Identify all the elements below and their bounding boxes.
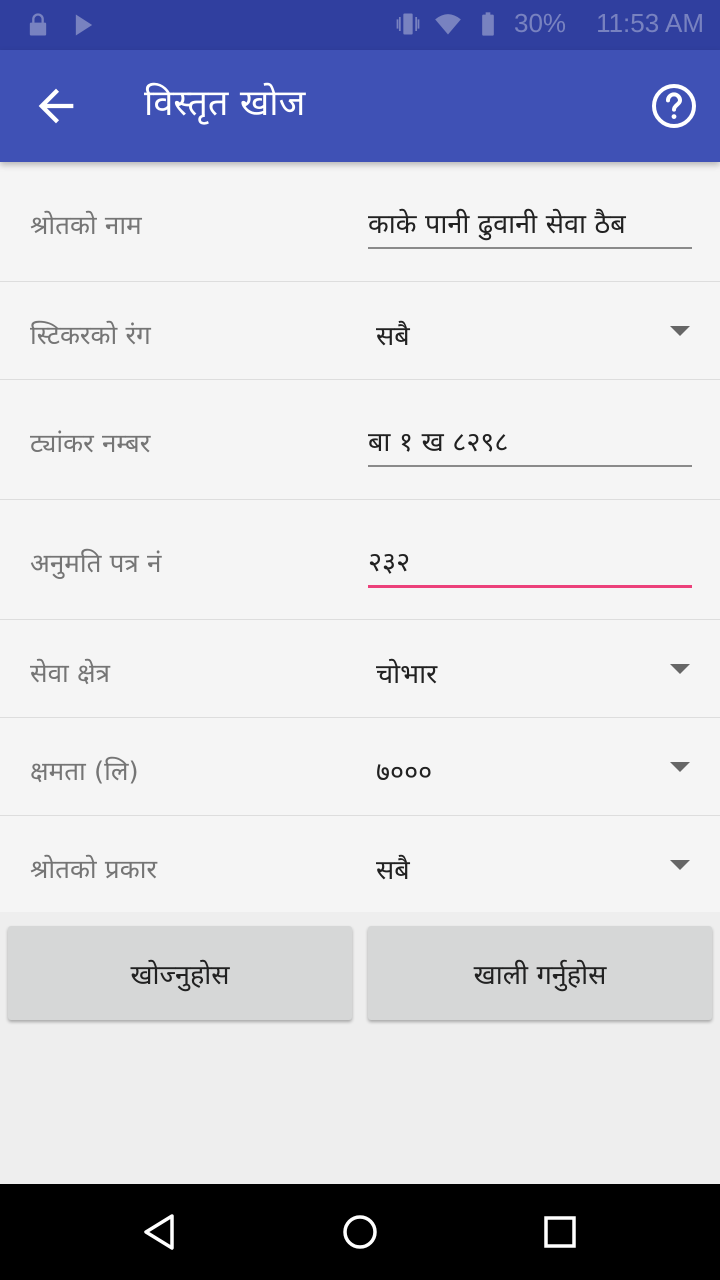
tanker-number-label: ट्यांकर नम्बर xyxy=(30,429,151,459)
play-store-icon xyxy=(75,14,93,36)
status-bar: 30% 11:53 AM xyxy=(0,0,720,50)
capacity-select[interactable]: ७००० xyxy=(376,752,432,789)
chevron-down-icon[interactable] xyxy=(670,860,690,870)
home-circle-icon[interactable] xyxy=(336,1208,384,1256)
service-area-label: सेवा क्षेत्र xyxy=(30,659,111,689)
back-triangle-icon[interactable] xyxy=(136,1208,184,1256)
battery-icon xyxy=(482,11,494,36)
source-name-label: श्रोतको नाम xyxy=(30,211,142,241)
vibrate-icon xyxy=(396,13,420,34)
search-button[interactable]: खोज्नुहोस xyxy=(8,926,352,1020)
row-capacity: क्षमता (लि) ७००० xyxy=(0,718,720,816)
row-sticker-color: स्टिकरको रंग सबै xyxy=(0,282,720,380)
tanker-number-input[interactable]: बा १ ख ८२९८ xyxy=(368,422,692,467)
recents-square-icon[interactable] xyxy=(536,1208,584,1256)
row-permit-number: अनुमति पत्र नं २३२ xyxy=(0,500,720,620)
help-circle-icon[interactable] xyxy=(650,82,698,130)
action-buttons: खोज्नुहोस खाली गर्नुहोस xyxy=(0,912,720,1032)
lock-icon xyxy=(29,13,47,36)
row-service-area: सेवा क्षेत्र चोभार xyxy=(0,620,720,718)
permit-number-input[interactable]: २३२ xyxy=(368,542,692,588)
row-tanker-number: ट्यांकर नम्बर बा १ ख ८२९८ xyxy=(0,380,720,500)
battery-percent: 30% xyxy=(514,8,567,38)
service-area-select[interactable]: चोभार xyxy=(376,654,437,691)
chevron-down-icon[interactable] xyxy=(670,762,690,772)
chevron-down-icon[interactable] xyxy=(670,664,690,674)
source-name-input[interactable]: काके पानी ढुवानी सेवा ठैब xyxy=(368,204,692,249)
sticker-color-select[interactable]: सबै xyxy=(376,316,410,353)
row-source-type: श्रोतको प्रकार सबै xyxy=(0,816,720,912)
source-type-label: श्रोतको प्रकार xyxy=(30,855,158,885)
sticker-color-label: स्टिकरको रंग xyxy=(30,321,151,351)
wifi-icon xyxy=(435,13,461,34)
capacity-label: क्षमता (लि) xyxy=(30,757,139,787)
row-source-name: श्रोतको नाम काके पानी ढुवानी सेवा ठैब xyxy=(0,162,720,282)
clear-button[interactable]: खाली गर्नुहोस xyxy=(368,926,712,1020)
arrow-back-icon[interactable] xyxy=(30,80,82,132)
search-form: श्रोतको नाम काके पानी ढुवानी सेवा ठैब स्… xyxy=(0,162,720,912)
permit-number-label: अनुमति पत्र नं xyxy=(30,549,162,579)
page-title: विस्तृत खोज xyxy=(144,83,306,124)
clock: 11:53 AM xyxy=(596,8,704,38)
source-type-select[interactable]: सबै xyxy=(376,850,410,887)
navigation-bar xyxy=(0,1184,720,1280)
chevron-down-icon[interactable] xyxy=(670,326,690,336)
app-bar: विस्तृत खोज xyxy=(0,50,720,162)
